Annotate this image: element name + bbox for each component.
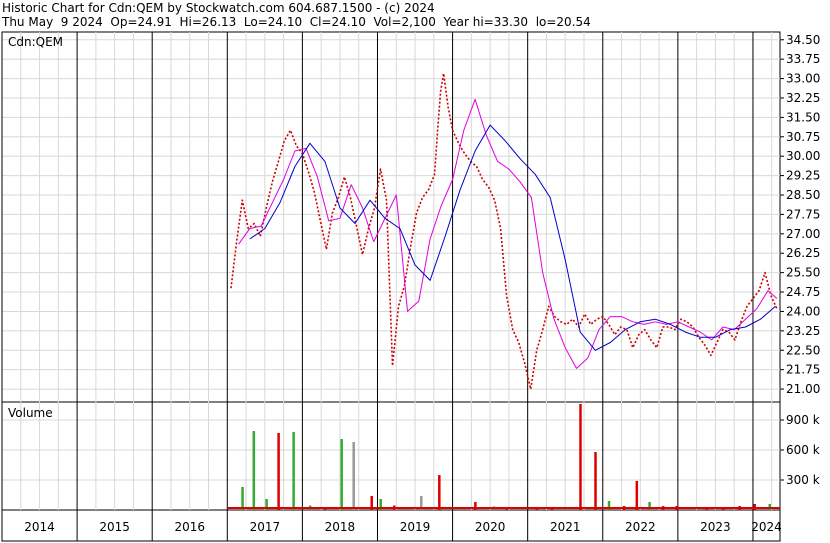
price-tick-label: 29.25: [786, 169, 820, 183]
volume-panel-label: Volume: [8, 406, 53, 420]
volume-tick-label: 300 k: [786, 473, 820, 487]
price-tick-label: 24.00: [786, 304, 820, 318]
year-tick-label: 2020: [475, 520, 506, 534]
price-tick-label: 23.25: [786, 324, 820, 338]
price-tick-label: 30.75: [786, 130, 820, 144]
price-tick-label: 21.00: [786, 382, 820, 396]
year-tick-label: 2024: [751, 520, 782, 534]
price-tick-label: 33.75: [786, 52, 820, 66]
price-panel-label: Cdn:QEM: [8, 35, 63, 49]
price-tick-label: 32.25: [786, 91, 820, 105]
volume-panel-frame: [1, 401, 781, 511]
price-tick-label: 26.25: [786, 246, 820, 260]
year-tick-label: 2023: [700, 520, 731, 534]
year-tick-label: 2021: [550, 520, 581, 534]
price-tick-label: 34.50: [786, 33, 820, 47]
volume-tick-label: 600 k: [786, 443, 820, 457]
volume-bar: [594, 452, 597, 510]
year-tick-label: 2014: [24, 520, 55, 534]
price-tick-label: 25.50: [786, 266, 820, 280]
price-tick-label: 30.00: [786, 149, 820, 163]
volume-bar: [277, 433, 280, 510]
volume-tick-label: 900 k: [786, 413, 820, 427]
price-tick-label: 33.00: [786, 72, 820, 86]
volume-bar: [241, 487, 244, 510]
price-tick-label: 22.50: [786, 343, 820, 357]
stock-chart: 34.50 33.75 33.00 32.25 31.50 30.75 30.00 29.25…: [1, 31, 820, 542]
year-tick-label: 2019: [400, 520, 431, 534]
price-tick-label: 28.50: [786, 188, 820, 202]
price-panel-frame: [1, 31, 781, 403]
volume-bar: [635, 481, 639, 510]
volume-bar: [438, 475, 441, 510]
price-tick-label: 27.75: [786, 207, 820, 221]
volume-bar: [292, 432, 295, 510]
volume-bar: [252, 431, 256, 510]
price-tick-label: 24.75: [786, 285, 820, 299]
price-tick-label: 31.50: [786, 110, 820, 124]
price-tick-label: 21.75: [786, 363, 820, 377]
volume-bar: [352, 442, 355, 510]
year-tick-label: 2022: [625, 520, 656, 534]
volume-bar: [340, 439, 343, 510]
year-tick-label: 2017: [250, 520, 281, 534]
volume-bar: [579, 404, 582, 510]
year-tick-label: 2015: [99, 520, 130, 534]
price-tick-label: 27.00: [786, 227, 820, 241]
year-tick-label: 2016: [174, 520, 205, 534]
year-tick-label: 2018: [325, 520, 356, 534]
